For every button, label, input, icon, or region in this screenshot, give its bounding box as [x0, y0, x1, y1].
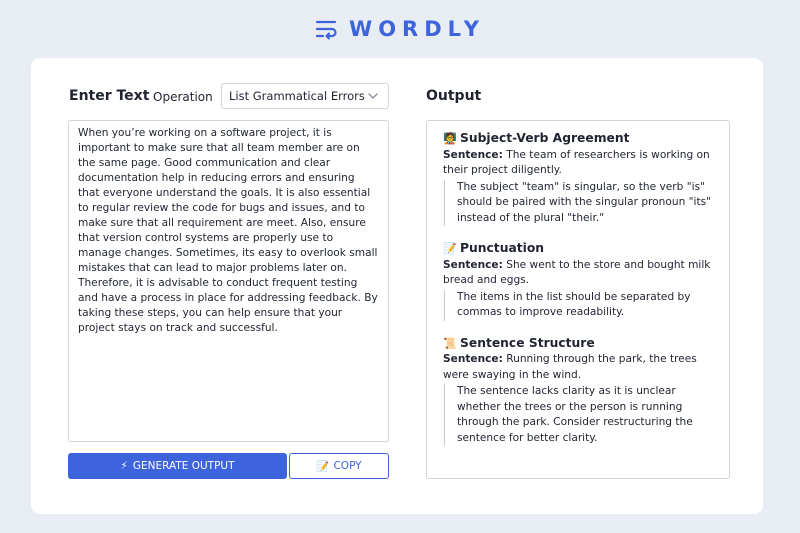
operation-select[interactable]: List Grammatical Errors	[221, 83, 389, 109]
memo-icon: 📝	[443, 242, 457, 255]
brand-name: WORDLY	[349, 17, 485, 41]
main-card: Enter Text Operation List Grammatical Er…	[31, 58, 763, 514]
generate-output-button[interactable]: ⚡ GENERATE OUTPUT	[68, 453, 287, 479]
output-section-punctuation: 📝 Punctuation Sentence: She went to the …	[443, 241, 715, 321]
operation-label: Operation	[153, 90, 213, 104]
text-input[interactable]: When you’re working on a software projec…	[68, 120, 389, 442]
section-explanation: The sentence lacks clarity as it is uncl…	[444, 384, 715, 446]
operation-selected-value: List Grammatical Errors	[229, 89, 365, 103]
section-sentence: Sentence: She went to the store and boug…	[443, 258, 715, 289]
section-title: Subject-Verb Agreement	[460, 131, 630, 145]
enter-text-label: Enter Text	[69, 88, 150, 104]
sentence-label: Sentence:	[443, 353, 503, 365]
output-section-sentence-structure: 📜 Sentence Structure Sentence: Running t…	[443, 335, 715, 446]
memo-icon: 📝	[316, 460, 330, 473]
output-panel: 🧑‍🏫 Subject-Verb Agreement Sentence: The…	[426, 120, 730, 479]
sentence-label: Sentence:	[443, 258, 503, 271]
section-sentence: Sentence: Running through the park, the …	[443, 352, 715, 383]
section-explanation: The subject "team" is singular, so the v…	[444, 179, 715, 226]
generate-output-label: GENERATE OUTPUT	[132, 460, 235, 472]
copy-button[interactable]: 📝 COPY	[289, 453, 389, 479]
copy-label: COPY	[333, 460, 362, 472]
scroll-icon: 📜	[443, 336, 457, 350]
teacher-icon: 🧑‍🏫	[443, 132, 457, 145]
section-explanation: The items in the list should be separate…	[444, 289, 715, 321]
chevron-down-icon	[367, 90, 379, 102]
section-title: Punctuation	[460, 241, 545, 255]
output-section-subject-verb: 🧑‍🏫 Subject-Verb Agreement Sentence: The…	[443, 131, 715, 226]
section-sentence: Sentence: The team of researchers is wor…	[443, 148, 715, 179]
app-header: WORDLY	[0, 14, 800, 44]
output-label: Output	[426, 88, 482, 104]
wrap-text-icon	[315, 18, 339, 40]
section-title: Sentence Structure	[460, 335, 595, 350]
lightning-icon: ⚡	[120, 460, 128, 472]
sentence-label: Sentence:	[443, 148, 503, 161]
